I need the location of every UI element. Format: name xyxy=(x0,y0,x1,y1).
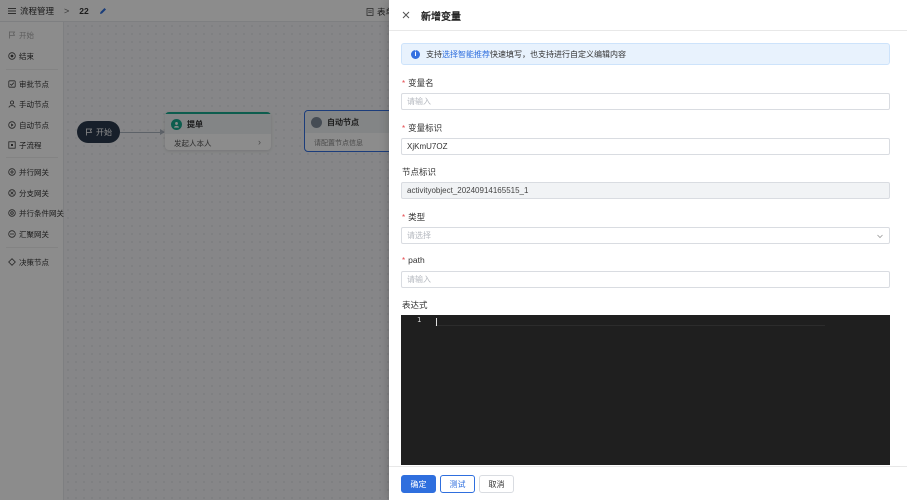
drawer-title: 新增变量 xyxy=(421,11,461,23)
info-icon: i xyxy=(411,49,420,59)
chevron-down-icon xyxy=(877,234,883,239)
var-name-label: * 变量名 xyxy=(402,77,434,89)
notice-prefix: 支持 xyxy=(426,49,442,59)
add-variable-drawer: 新增变量 i 支持选择智能推荐快速填写，也支持进行自定义编辑内容 *变量名 *变… xyxy=(389,0,907,500)
node-id-label-text: 节点标识 xyxy=(402,167,437,177)
type-label-text: 类型 xyxy=(408,212,426,222)
node-id-label: 节点标识 xyxy=(402,166,436,178)
confirm-button[interactable]: 确定 xyxy=(401,475,436,493)
line-number: 1 xyxy=(417,316,422,324)
type-label: * 类型 xyxy=(402,211,425,223)
var-name-label-text: 变量名 xyxy=(408,78,434,88)
required-mark: * xyxy=(402,212,406,222)
cancel-button[interactable]: 取消 xyxy=(479,475,514,493)
path-label-text: path xyxy=(408,255,425,265)
path-label: * path xyxy=(402,255,425,265)
required-mark: * xyxy=(402,78,406,88)
type-select[interactable]: 请选择 xyxy=(401,227,890,244)
smart-recommend-link[interactable]: 选择智能推荐 xyxy=(442,50,490,59)
drawer-header: 新增变量 xyxy=(389,0,907,31)
expression-code-editor[interactable]: 1 xyxy=(401,315,890,465)
path-input[interactable] xyxy=(401,271,890,288)
expression-label: 表达式 xyxy=(402,299,428,311)
info-notice: i 支持选择智能推荐快速填写，也支持进行自定义编辑内容 xyxy=(401,43,890,65)
active-line-highlight xyxy=(435,318,825,326)
test-button[interactable]: 测试 xyxy=(440,475,475,493)
var-id-label-text: 变量标识 xyxy=(408,123,443,133)
line-number-gutter xyxy=(401,315,435,465)
text-cursor xyxy=(436,318,437,326)
notice-text: 支持选择智能推荐快速填写，也支持进行自定义编辑内容 xyxy=(426,49,626,60)
var-id-label: * 变量标识 xyxy=(402,122,442,134)
type-select-placeholder: 请选择 xyxy=(407,231,431,240)
node-id-input xyxy=(401,182,890,199)
var-name-input[interactable] xyxy=(401,93,890,110)
var-id-input[interactable] xyxy=(401,138,890,155)
required-mark: * xyxy=(402,255,406,265)
drawer-footer: 确定 测试 取消 xyxy=(389,466,907,500)
expression-label-text: 表达式 xyxy=(402,300,428,310)
notice-suffix: 快速填写，也支持进行自定义编辑内容 xyxy=(490,49,626,59)
required-mark: * xyxy=(402,123,406,133)
close-icon[interactable] xyxy=(401,10,411,20)
